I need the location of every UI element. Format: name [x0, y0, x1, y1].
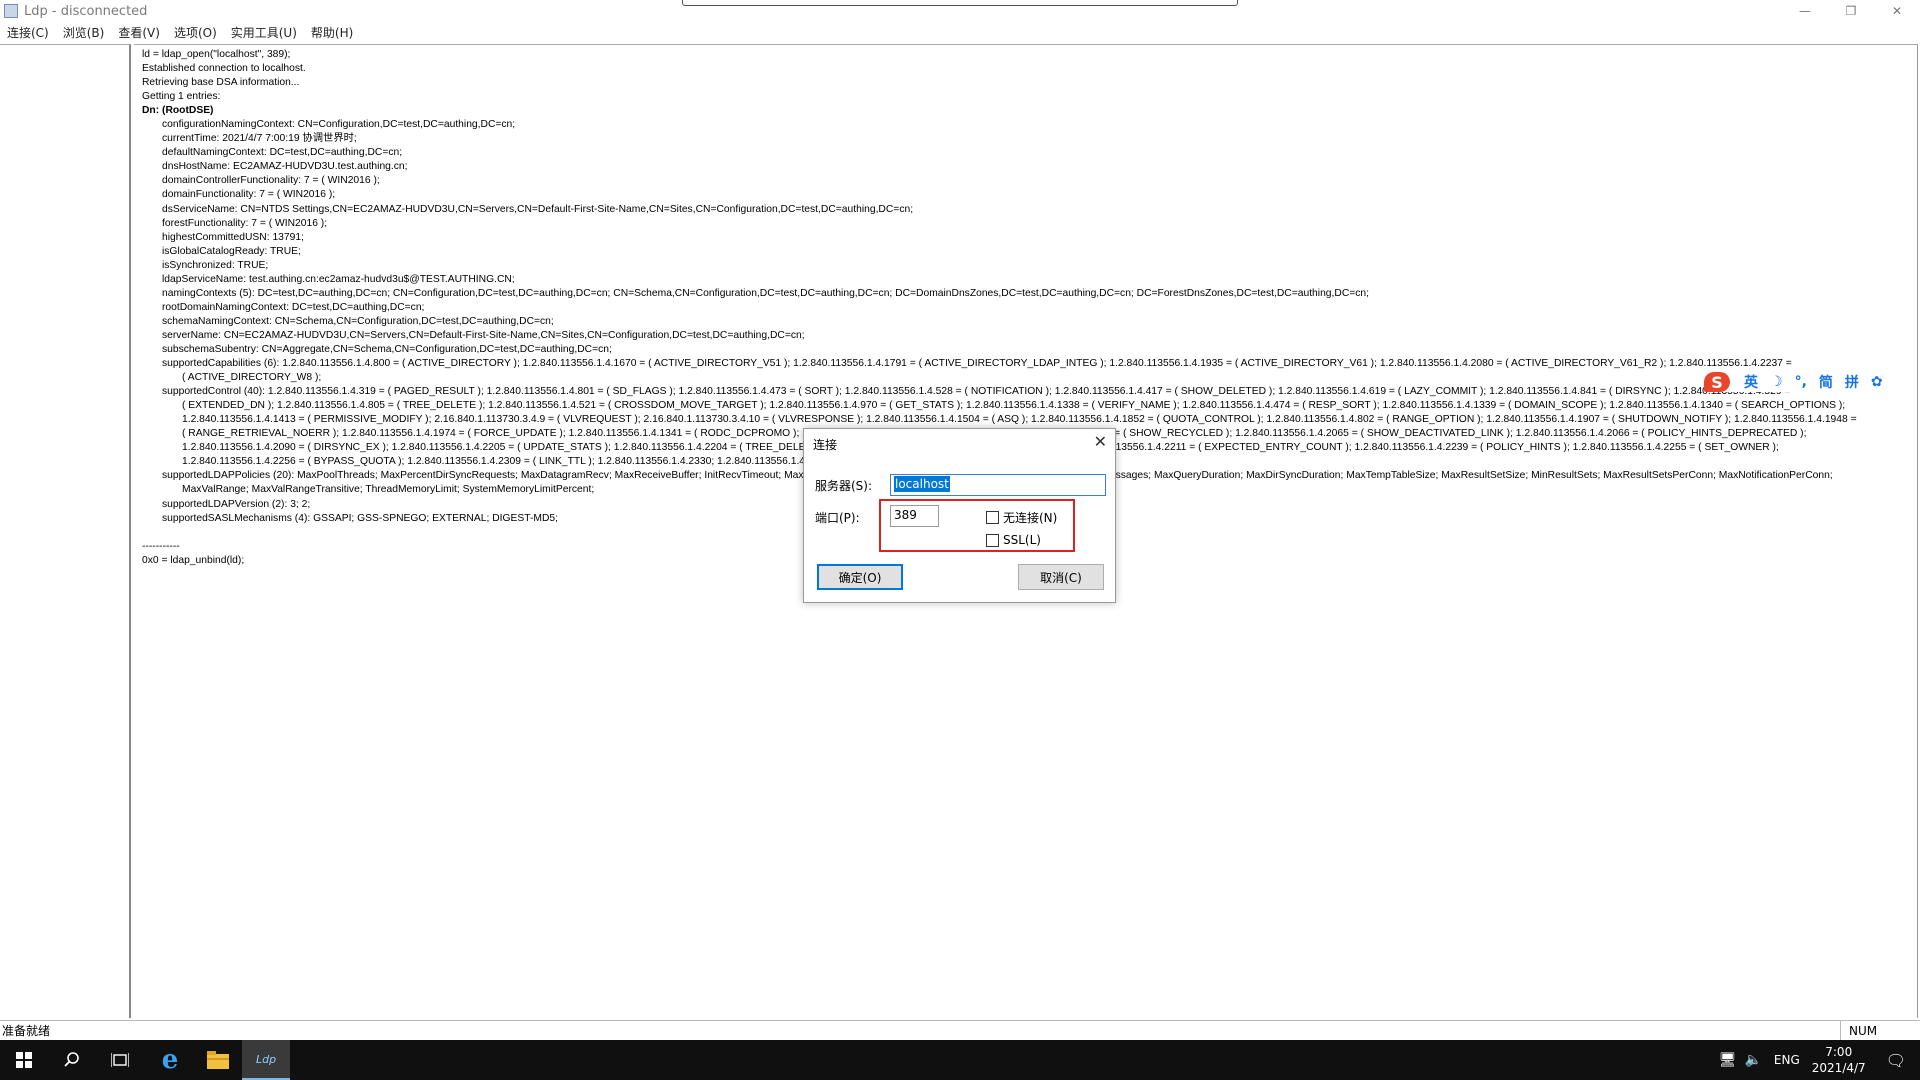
port-label: 端口(P): — [815, 511, 860, 525]
log-line: subschemaSubentry: CN=Aggregate,CN=Schem… — [162, 343, 612, 355]
log-line: forestFunctionality: 7 = ( WIN2016 ); — [162, 217, 328, 229]
menu-connection[interactable]: 连接(C) — [0, 24, 56, 41]
ime-pinyin-toggle[interactable]: 拼 — [1845, 372, 1859, 392]
close-button[interactable]: ✕ — [1874, 0, 1920, 22]
status-bar: 准备就绪 NUM — [0, 1020, 1920, 1040]
menu-browse[interactable]: 浏览(B) — [56, 24, 112, 41]
log-line: ( EXTENDED_DN ); 1.2.840.113556.1.4.805 … — [182, 400, 1846, 412]
ime-moon-icon[interactable]: ☽ — [1770, 374, 1783, 390]
menu-help[interactable]: 帮助(H) — [304, 24, 360, 41]
ldp-app-icon — [4, 4, 18, 18]
drag-indicator — [682, 0, 1238, 6]
ime-toolbar[interactable]: S 英 ☽ °, 简 拼 ✿ — [1704, 372, 1889, 392]
ime-punctuation-icon[interactable]: °, — [1795, 374, 1807, 390]
internet-explorer-icon[interactable]: e — [146, 1040, 194, 1080]
log-line: supportedControl (40): 1.2.840.113556.1.… — [162, 386, 1791, 398]
log-line: dnsHostName: EC2AMAZ-HUDVD3U.test.authin… — [162, 161, 408, 173]
volume-muted-icon[interactable]: 🔈 — [1744, 1052, 1761, 1068]
cancel-button[interactable]: 取消(C) — [1018, 564, 1104, 590]
network-icon[interactable]: 🖥 — [1719, 1052, 1737, 1068]
log-line: Established connection to localhost. — [142, 63, 306, 75]
restore-button[interactable]: ❐ — [1828, 0, 1874, 22]
language-indicator[interactable]: ENG — [1774, 1053, 1800, 1067]
server-input[interactable]: localhost — [890, 474, 1106, 496]
ldp-taskbar-label: Ldp — [255, 1052, 277, 1066]
checkbox-box[interactable] — [986, 533, 999, 547]
title-bar: Ldp - disconnected — ❐ ✕ — [0, 0, 1920, 22]
windows-start-icon[interactable] — [0, 1040, 48, 1080]
task-view-icon[interactable] — [96, 1040, 144, 1080]
checkbox-box[interactable] — [986, 511, 999, 524]
log-line: serverName: CN=EC2AMAZ-HUDVD3U,CN=Server… — [162, 329, 805, 341]
log-line: isGlobalCatalogReady: TRUE; — [162, 245, 301, 257]
log-line: defaultNamingContext: DC=test,DC=authing… — [162, 147, 403, 159]
pane-border — [1917, 44, 1918, 1018]
ssl-checkbox[interactable]: SSL(L) — [986, 533, 1041, 547]
log-line: highestCommittedUSN: 13791; — [162, 231, 304, 243]
log-line: Getting 1 entries: — [142, 91, 221, 103]
log-line: configurationNamingContext: CN=Configura… — [162, 119, 516, 131]
dialog-title: 连接 — [813, 438, 838, 452]
search-icon[interactable] — [48, 1040, 96, 1080]
ime-simplified-toggle[interactable]: 简 — [1819, 372, 1833, 392]
window-controls: — ❐ ✕ — [1782, 0, 1920, 22]
log-line: rootDomainNamingContext: DC=test,DC=auth… — [162, 301, 425, 313]
log-line: namingContexts (5): DC=test,DC=authing,D… — [162, 287, 1369, 299]
log-line: domainControllerFunctionality: 7 = ( WIN… — [162, 175, 380, 187]
log-line: Dn: (RootDSE) — [142, 105, 214, 117]
log-line: ( ACTIVE_DIRECTORY_W8 ); — [182, 372, 322, 384]
log-line: domainFunctionality: 7 = ( WIN2016 ); — [162, 189, 336, 201]
dialog-close-icon[interactable]: ✕ — [1094, 432, 1107, 451]
log-line: ldapServiceName: test.authing.cn:ec2amaz… — [162, 273, 515, 285]
ldp-taskbar-button[interactable]: Ldp — [242, 1040, 290, 1080]
log-line: Retrieving base DSA information... — [142, 77, 300, 89]
menu-utilities[interactable]: 实用工具(U) — [224, 24, 304, 41]
server-label: 服务器(S): — [815, 479, 873, 493]
ok-button[interactable]: 确定(O) — [817, 564, 903, 590]
tree-pane[interactable] — [0, 44, 131, 1018]
clock-date: 2021/4/7 — [1811, 1061, 1866, 1075]
log-line: isSynchronized: TRUE; — [162, 259, 269, 271]
status-text: 准备就绪 — [2, 1024, 51, 1038]
notification-icon[interactable]: 🗨 — [1886, 1051, 1906, 1070]
log-line: currentTime: 2021/4/7 7:00:19 协调世界时; — [162, 133, 357, 145]
connectionless-checkbox[interactable]: 无连接(N) — [986, 509, 1057, 526]
menu-bar: 连接(C) 浏览(B) 查看(V) 选项(O) 实用工具(U) 帮助(H) — [0, 22, 1920, 42]
clock[interactable]: 7:00 2021/4/7 — [1812, 1044, 1866, 1076]
taskbar: e Ldp 🖥 🔈 ENG 7:00 2021/4/7 🗨 — [0, 1040, 1920, 1080]
connectionless-label: 无连接(N) — [1003, 511, 1058, 525]
connect-dialog: 连接 ✕ 服务器(S): localhost 端口(P): 389 无连接(N)… — [803, 428, 1116, 603]
ssl-label: SSL(L) — [1003, 533, 1041, 547]
menu-options[interactable]: 选项(O) — [167, 24, 224, 41]
sogou-logo-icon[interactable]: S — [1704, 372, 1730, 392]
ime-settings-icon[interactable]: ✿ — [1871, 374, 1883, 390]
file-explorer-icon[interactable] — [194, 1040, 242, 1080]
window-title: Ldp - disconnected — [24, 3, 148, 19]
log-line: supportedCapabilities (6): 1.2.840.11355… — [162, 358, 1792, 370]
log-line: schemaNamingContext: CN=Schema,CN=Config… — [162, 315, 554, 327]
clock-time: 7:00 — [1825, 1045, 1853, 1059]
server-value: localhost — [894, 476, 950, 492]
num-lock-indicator: NUM — [1840, 1021, 1877, 1040]
log-line: 1.2.840.113556.1.4.1413 = ( PERMISSIVE_M… — [182, 414, 1857, 426]
log-line: dsServiceName: CN=NTDS Settings,CN=EC2AM… — [162, 203, 914, 215]
ime-english-toggle[interactable]: 英 — [1744, 372, 1758, 392]
log-line: ld = ldap_open("localhost", 389); — [142, 49, 291, 60]
system-tray: 🖥 🔈 ENG 7:00 2021/4/7 🗨 — [1719, 1040, 1920, 1080]
minimize-button[interactable]: — — [1782, 0, 1828, 22]
menu-view[interactable]: 查看(V) — [111, 24, 167, 41]
